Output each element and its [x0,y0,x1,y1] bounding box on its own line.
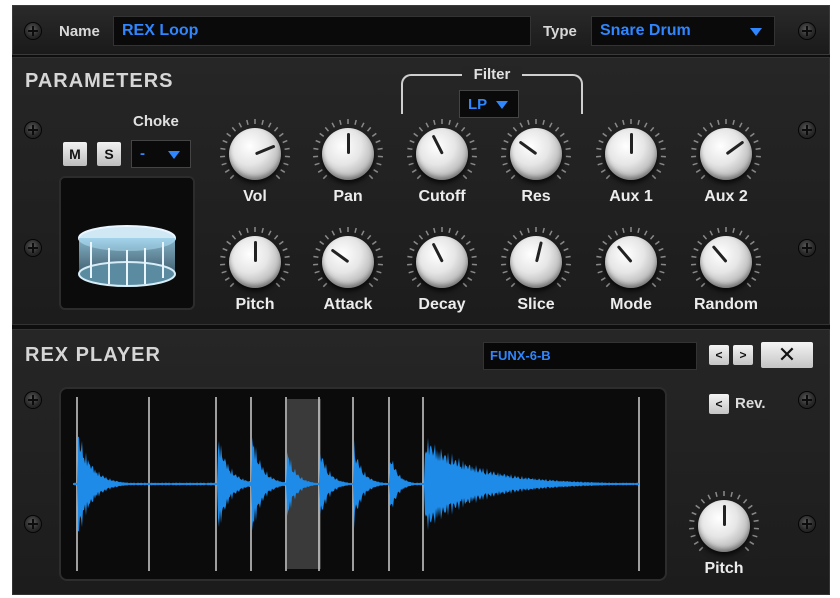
screw-icon [799,240,815,256]
close-icon[interactable]: ✕ [761,342,813,368]
chevron-down-icon [168,151,180,159]
waveform-display[interactable] [59,387,667,581]
knob-cap [605,128,657,180]
slice-label: Slice [517,296,555,313]
mute-button[interactable]: M [63,142,87,166]
screw-icon [799,23,815,39]
knob-indicator [347,133,350,154]
knob-cap [700,236,752,288]
previous-loop-button[interactable]: < [709,345,729,365]
knob-indicator [431,134,444,155]
reverse-button[interactable]: < [709,394,729,414]
reverse-label: Rev. [735,395,766,412]
aux-2-knob[interactable]: Aux 2 [681,118,771,213]
knob-cap [510,128,562,180]
aux-2-label: Aux 2 [704,188,748,205]
knob-indicator [431,242,444,263]
snare-drum-icon [78,225,176,287]
knob-indicator [616,245,633,263]
type-dropdown[interactable]: Snare Drum [591,16,775,46]
solo-button[interactable]: S [97,142,121,166]
pitch-knob[interactable]: Pitch [210,226,300,321]
name-field[interactable]: REX Loop [113,16,531,46]
pan-knob[interactable]: Pan [303,118,393,213]
choke-label: Choke [133,113,179,130]
knob-indicator [630,133,633,154]
pan-label: Pan [333,188,363,205]
res-knob[interactable]: Res [491,118,581,213]
waveform-shape [73,436,639,532]
res-label: Res [521,188,551,205]
knob-indicator [518,140,538,156]
loop-name-display: FUNX-6-B [483,342,697,370]
rex-pitch-knob[interactable]: Pitch [679,490,769,585]
rex-player-section: REX PLAYER FUNX-6-B < > ✕ < Rev. Pitch [12,329,830,595]
type-label: Type [543,23,577,40]
rex-player-title: REX PLAYER [25,344,161,366]
screw-icon [25,516,41,532]
chevron-down-icon [750,28,762,36]
mode-knob[interactable]: Mode [586,226,676,321]
screw-icon [799,392,815,408]
cutoff-label: Cutoff [418,188,466,205]
name-label: Name [59,23,100,40]
screw-icon [25,392,41,408]
knob-cap [510,236,562,288]
choke-dropdown[interactable]: - [131,140,191,168]
knob-cap [605,236,657,288]
knob-indicator [535,241,543,263]
screw-icon [25,122,41,138]
type-dropdown-value: Snare Drum [600,22,691,39]
choke-dropdown-value: - [140,145,145,162]
attack-label: Attack [323,296,373,313]
knob-indicator [330,248,350,264]
waveform-canvas [73,397,640,571]
vol-label: Vol [243,188,267,205]
pitch-label: Pitch [235,296,275,313]
knob-cap [700,128,752,180]
knob-cap [698,500,750,552]
parameters-title: PARAMETERS [25,70,174,92]
knob-indicator [711,245,728,263]
next-loop-button[interactable]: > [733,345,753,365]
filter-type-dropdown[interactable]: LP [459,90,519,118]
device-header: Name REX Loop Type Snare Drum [12,5,830,55]
cutoff-knob[interactable]: Cutoff [397,118,487,213]
aux-1-label: Aux 1 [609,188,653,205]
screw-icon [25,23,41,39]
random-label: Random [694,296,758,313]
knob-indicator [254,144,276,156]
knob-cap [322,236,374,288]
chevron-down-icon [496,101,508,109]
decay-knob[interactable]: Decay [397,226,487,321]
filter-type-value: LP [468,96,488,113]
attack-knob[interactable]: Attack [303,226,393,321]
knob-cap [229,236,281,288]
screw-icon [799,516,815,532]
knob-indicator [254,241,257,262]
drum-image-display [59,176,195,310]
rex-pitch-label: Pitch [704,560,744,577]
filter-label: Filter [462,66,522,83]
rex-device-panel: Name REX Loop Type Snare Drum PARAMETERS… [12,5,830,595]
screw-icon [25,240,41,256]
mode-label: Mode [610,296,652,313]
knob-cap [416,128,468,180]
knob-indicator [723,505,726,526]
knob-indicator [725,140,745,156]
vol-knob[interactable]: Vol [210,118,300,213]
random-knob[interactable]: Random [681,226,771,321]
knob-cap [322,128,374,180]
parameters-section: PARAMETERS Filter LP Choke M S - Vol Pan… [12,57,830,325]
slice-knob[interactable]: Slice [491,226,581,321]
knob-cap [416,236,468,288]
screw-icon [799,122,815,138]
aux-1-knob[interactable]: Aux 1 [586,118,676,213]
decay-label: Decay [418,296,466,313]
knob-cap [229,128,281,180]
